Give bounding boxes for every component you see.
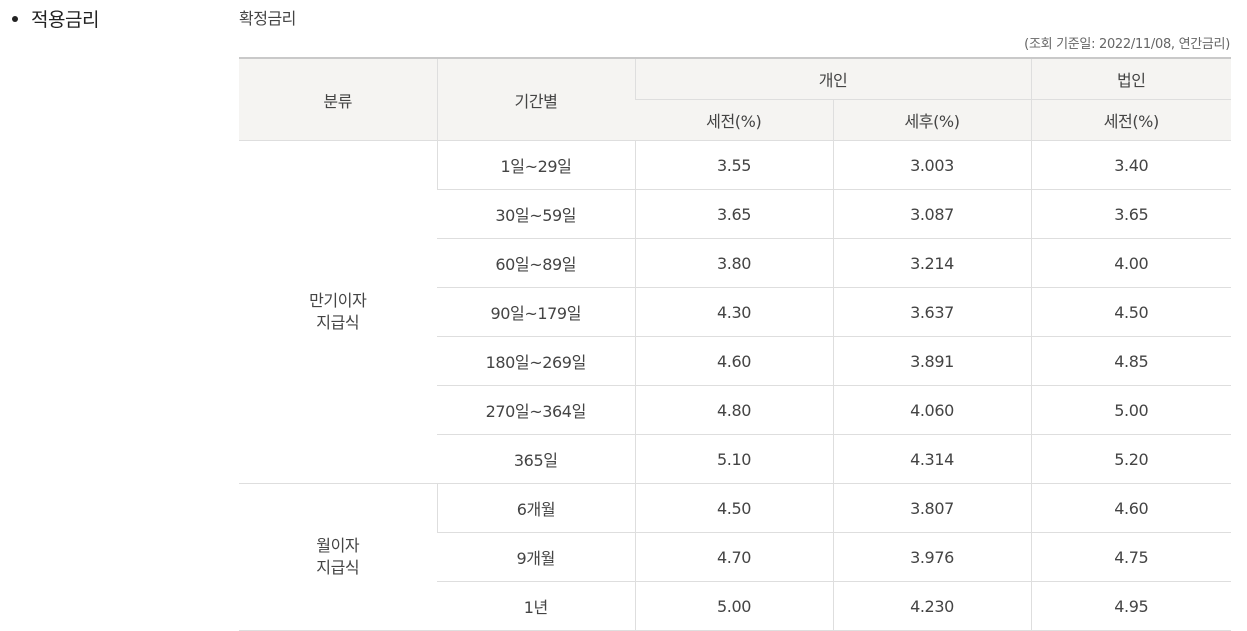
header-category: 분류 [239,58,437,141]
section-title-label: 적용금리 [31,9,99,31]
corporate-pretax-cell: 4.60 [1030,483,1232,533]
corporate-pretax-cell: 3.65 [1030,189,1232,239]
category-label-line: 만기이자 [309,291,367,310]
period-cell: 6개월 [436,483,635,533]
table-row: 만기이자 지급식 1일~29일 3.55 3.003 3.40 [239,140,1232,484]
category-label-line: 월이자 [316,536,360,555]
period-cell: 60일~89일 [437,238,635,288]
corporate-pretax-cell: 3.40 [1030,140,1232,190]
corporate-pretax-cell: 4.00 [1030,238,1232,288]
period-cell: 1년 [437,581,635,631]
individual-aftertax-cell: 3.003 [832,140,1032,190]
individual-aftertax-cell: 3.891 [832,336,1032,386]
individual-pretax-cell: 5.00 [634,581,833,631]
header-individual-pretax: 세전(%) [635,99,833,141]
header-individual: 개인 [634,58,1032,100]
period-cell: 365일 [437,434,635,484]
individual-pretax-cell: 3.80 [634,238,833,288]
category-cell: 만기이자지급식 [239,140,437,484]
individual-pretax-cell: 4.60 [634,336,833,386]
individual-aftertax-cell: 4.314 [832,434,1032,484]
header-period: 기간별 [436,58,635,141]
corporate-pretax-cell: 5.20 [1030,434,1232,484]
individual-aftertax-cell: 3.214 [832,238,1032,288]
bullet-icon [12,15,18,22]
individual-pretax-cell: 3.65 [634,189,833,239]
header-corporate: 법인 [1030,58,1232,100]
corporate-pretax-cell: 4.50 [1030,287,1232,337]
header-corporate-pretax: 세전(%) [1030,99,1232,141]
individual-aftertax-cell: 3.976 [832,532,1032,582]
section-title: 적용금리 [12,5,99,32]
period-cell: 1일~29일 [436,140,635,190]
individual-pretax-cell: 4.70 [634,532,833,582]
period-cell: 270일~364일 [437,385,635,435]
period-cell: 30일~59일 [437,189,635,239]
category-label-line: 지급식 [316,313,360,332]
individual-pretax-cell: 4.30 [634,287,833,337]
sub-title: 확정금리 [239,9,296,28]
corporate-pretax-cell: 4.75 [1030,532,1232,582]
table-row: 월이자 지급식 6개월 4.50 3.807 4.60 [239,483,1232,631]
header-individual-aftertax: 세후(%) [832,99,1032,141]
period-cell: 90일~179일 [437,287,635,337]
individual-pretax-cell: 5.10 [634,434,833,484]
reference-date-note: (조회 기준일: 2022/11/08, 연간금리) [1024,37,1230,52]
category-label-line: 지급식 [316,558,360,577]
individual-aftertax-cell: 3.637 [832,287,1032,337]
corporate-pretax-cell: 5.00 [1030,385,1232,435]
individual-pretax-cell: 4.50 [634,483,833,533]
corporate-pretax-cell: 4.95 [1030,581,1232,631]
corporate-pretax-cell: 4.85 [1030,336,1232,386]
individual-aftertax-cell: 3.807 [832,483,1032,533]
category-cell: 월이자지급식 [239,483,437,631]
period-cell: 180일~269일 [437,336,635,386]
individual-aftertax-cell: 3.087 [832,189,1032,239]
rate-table-body: 만기이자 지급식 1일~29일 3.55 3.003 3.40 30일~59일 3.65 3.0… [239,140,1232,631]
individual-pretax-cell: 4.80 [634,385,833,435]
interest-rate-table: 분류 기간별 개인 법인 세전(%) 세후(%) 세전(%) 만기이자 지급식 1일… [239,57,1232,631]
individual-aftertax-cell: 4.230 [832,581,1032,631]
individual-pretax-cell: 3.55 [634,140,833,190]
period-cell: 9개월 [437,532,635,582]
individual-aftertax-cell: 4.060 [832,385,1032,435]
